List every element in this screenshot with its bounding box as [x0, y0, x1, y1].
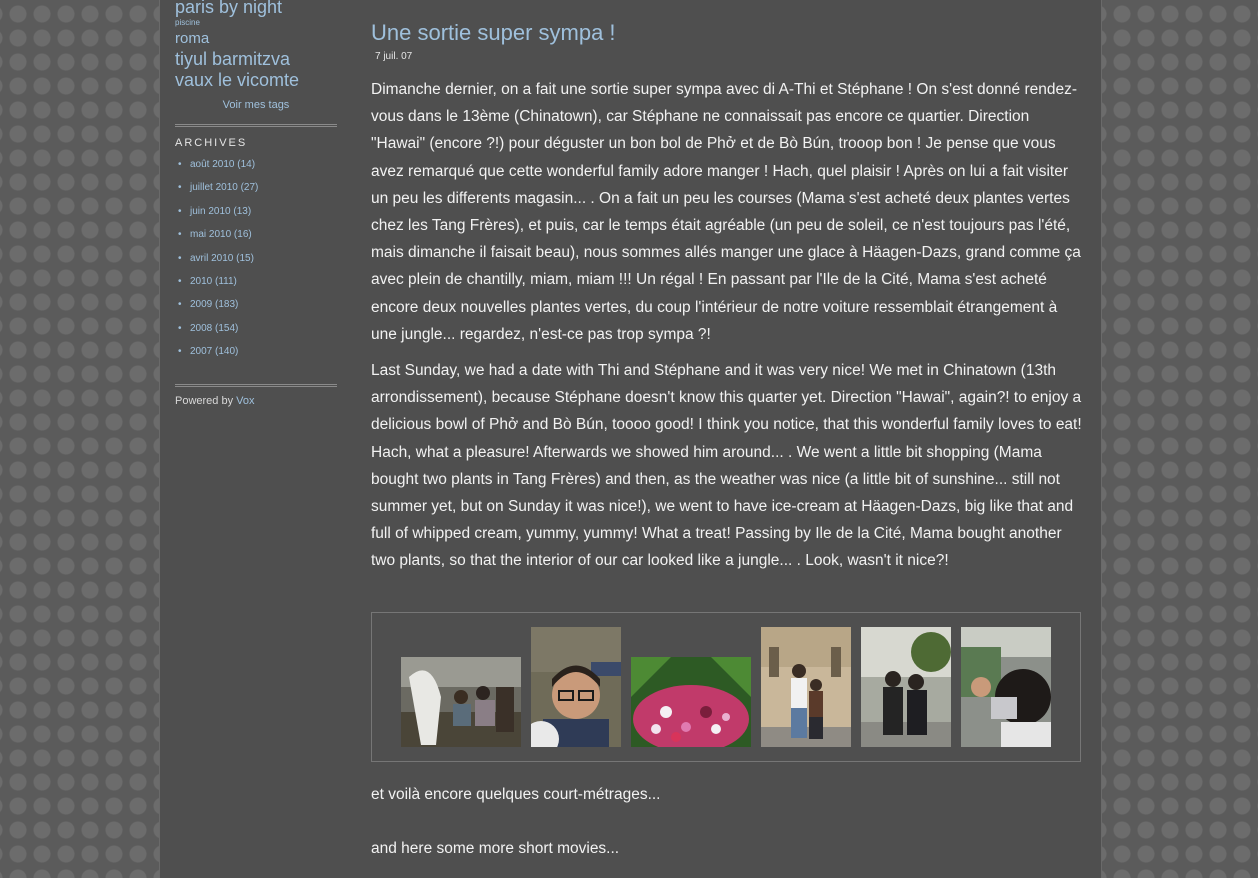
powered-by-text: Powered by: [175, 394, 234, 407]
sidebar: paris by night piscine roma tiyul barmit…: [175, 0, 337, 407]
photo-couple-street-icon[interactable]: [761, 626, 851, 747]
archive-count: (27): [240, 182, 259, 194]
archive-link[interactable]: mai 2010: [190, 229, 231, 240]
archive-link[interactable]: août 2010: [190, 159, 235, 170]
post-date: 7 juil. 07: [375, 51, 413, 62]
bullet-icon: •: [178, 252, 182, 264]
archives-list: • août 2010 (14) • juillet 2010 (27) • juin…: [175, 159, 337, 370]
archive-count: (111): [215, 275, 237, 287]
archive-link[interactable]: juillet 2010: [190, 182, 238, 193]
archive-count: (183): [215, 299, 239, 311]
archive-item: • 2008 (154): [175, 323, 337, 346]
photo-people-sitting-icon[interactable]: [401, 656, 521, 747]
photo-boy-glasses-icon[interactable]: [531, 626, 621, 747]
archive-item: • juin 2010 (13): [175, 206, 337, 229]
sidebar-divider: [175, 383, 337, 387]
archive-count: (15): [236, 252, 254, 264]
archive-link[interactable]: avril 2010: [190, 253, 233, 264]
page-container: paris by night piscine roma tiyul barmit…: [159, 0, 1102, 878]
post-paragraph-fr: Dimanche dernier, on a fait une sortie s…: [371, 81, 1081, 343]
archive-item: • juillet 2010 (27): [175, 182, 337, 205]
photo-two-women-icon[interactable]: [861, 626, 951, 747]
archive-link[interactable]: juin 2010: [190, 206, 231, 217]
photo-woman-camera-icon[interactable]: [961, 626, 1051, 747]
archive-count: (154): [215, 322, 239, 334]
caption-fr: et voilà encore quelques court-métrages.…: [371, 785, 661, 803]
archive-item: • mai 2010 (16): [175, 229, 337, 252]
archive-item: • 2010 (111): [175, 276, 337, 299]
bullet-icon: •: [178, 299, 182, 311]
archive-item: • août 2010 (14): [175, 159, 337, 182]
post-title[interactable]: Une sortie super sympa !: [371, 20, 1083, 46]
post: Une sortie super sympa ! 7 juil. 07 Dima…: [371, 0, 1083, 859]
caption-en: and here some more short movies...: [371, 839, 620, 857]
bullet-icon: •: [178, 346, 182, 358]
archive-link[interactable]: 2008: [190, 323, 212, 334]
archive-count: (14): [237, 159, 256, 170]
archive-item: • avril 2010 (15): [175, 253, 337, 276]
bullet-icon: •: [178, 275, 182, 287]
photo-flower-bed-icon[interactable]: [631, 656, 751, 747]
photo-gallery: [371, 611, 1081, 762]
post-paragraph-en: Last Sunday, we had a date with Thi and …: [371, 362, 1082, 570]
tag-roma[interactable]: roma: [175, 31, 337, 46]
vox-link[interactable]: Vox: [236, 395, 254, 407]
archive-count: (13): [233, 205, 252, 217]
see-tags-link[interactable]: Voir mes tags: [175, 99, 337, 111]
bullet-icon: •: [178, 322, 182, 334]
tag-vaux-le-vicomte[interactable]: vaux le vicomte: [175, 71, 337, 89]
tag-paris-by-night[interactable]: paris by night: [175, 0, 337, 16]
archive-item: • 2009 (183): [175, 299, 337, 322]
archive-count: (140): [215, 346, 239, 358]
archive-item: • 2007 (140): [175, 346, 337, 369]
archive-count: (16): [233, 229, 252, 241]
bullet-icon: •: [178, 229, 182, 241]
powered-by: Powered by Vox: [175, 395, 337, 407]
bullet-icon: •: [178, 205, 182, 217]
archive-link[interactable]: 2010: [190, 276, 212, 287]
archives-title: ARCHIVES: [175, 137, 248, 149]
bullet-icon: •: [178, 159, 182, 170]
tag-tiyul-barmitzva[interactable]: tiyul barmitzva: [175, 50, 337, 68]
sidebar-divider: [175, 124, 337, 127]
tag-piscine[interactable]: piscine: [175, 19, 337, 27]
archive-link[interactable]: 2007: [190, 346, 212, 357]
bullet-icon: •: [178, 182, 182, 194]
archive-link[interactable]: 2009: [190, 299, 212, 310]
